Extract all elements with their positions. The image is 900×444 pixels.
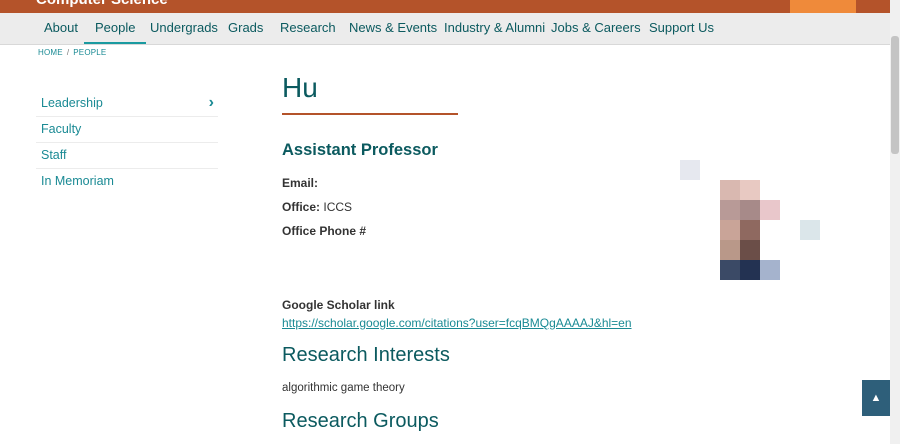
scrollbar[interactable] [890, 0, 900, 444]
phone-row: Office Phone # [282, 224, 366, 238]
site-title[interactable]: Computer Science [36, 0, 168, 8]
nav-item-undergrads[interactable]: Undergrads [150, 13, 218, 44]
research-groups-heading: Research Groups [282, 410, 439, 432]
nav-item-research[interactable]: Research [280, 13, 336, 44]
nav-item-jobs-careers[interactable]: Jobs & Careers [551, 13, 641, 44]
sidebar-item-label: In Memoriam [41, 174, 114, 188]
page-title: Hu [282, 72, 318, 103]
nav-item-people[interactable]: People [84, 13, 147, 44]
profile-photo [680, 160, 820, 282]
scholar-row: Google Scholar link [282, 298, 395, 312]
job-title: Assistant Professor [282, 141, 438, 159]
office-row: Office: ICCS [282, 200, 352, 214]
sidebar: Leadership › Faculty Staff In Memoriam [36, 90, 218, 194]
email-row: Email: [282, 176, 318, 190]
sidebar-item-label: Faculty [41, 122, 82, 136]
sidebar-item-in-memoriam[interactable]: In Memoriam [36, 169, 218, 194]
office-label: Office: [282, 200, 321, 214]
research-interests-heading: Research Interests [282, 344, 450, 366]
main-nav: About People Undergrads Grads Research N… [0, 13, 890, 45]
phone-label: Office Phone # [282, 224, 367, 238]
breadcrumb: HOME / PEOPLE [38, 48, 106, 57]
site-header-bar: Computer Science [0, 0, 890, 13]
scrollbar-thumb[interactable] [891, 36, 899, 154]
research-interests-text: algorithmic game theory [282, 382, 405, 394]
sidebar-item-label: Staff [41, 148, 67, 162]
scholar-link-row: https://scholar.google.com/citations?use… [282, 316, 632, 330]
sidebar-item-staff[interactable]: Staff [36, 143, 218, 169]
nav-item-about[interactable]: About [44, 13, 78, 44]
nav-item-grads[interactable]: Grads [228, 13, 263, 44]
email-label: Email: [282, 176, 319, 190]
title-divider [282, 113, 458, 115]
nav-item-industry-alumni[interactable]: Industry & Alumni [444, 13, 545, 44]
nav-item-support-us[interactable]: Support Us [649, 13, 714, 44]
header-accent-block [790, 0, 856, 13]
sidebar-item-label: Leadership [41, 96, 103, 110]
sidebar-item-leadership[interactable]: Leadership › [36, 90, 218, 117]
chevron-up-icon: ▲ [870, 392, 882, 404]
nav-item-news-events[interactable]: News & Events [349, 13, 437, 44]
scholar-label: Google Scholar link [282, 298, 395, 312]
back-to-top-button[interactable]: ▲ [862, 380, 890, 416]
scholar-link[interactable]: https://scholar.google.com/citations?use… [282, 316, 632, 330]
breadcrumb-home[interactable]: HOME [38, 48, 63, 57]
sidebar-item-faculty[interactable]: Faculty [36, 117, 218, 143]
breadcrumb-current[interactable]: PEOPLE [73, 48, 106, 57]
breadcrumb-separator: / [66, 48, 70, 57]
chevron-right-icon[interactable]: › [209, 90, 214, 116]
office-value: ICCS [323, 200, 353, 214]
